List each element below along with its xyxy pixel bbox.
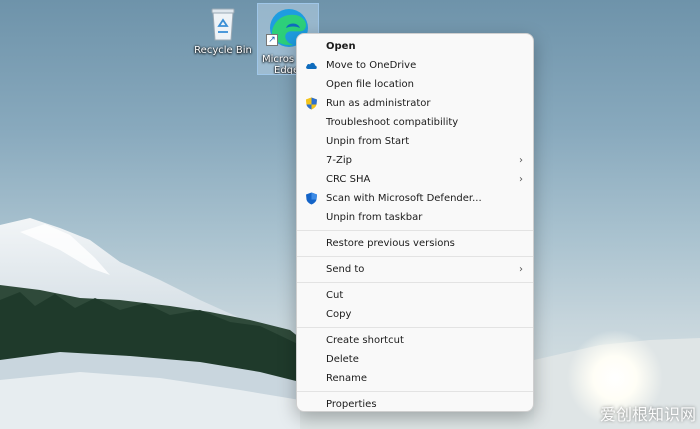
recycle-bin-label: Recycle Bin <box>194 45 252 56</box>
menu-item-restore-previous-versions[interactable]: Restore previous versions <box>297 234 533 253</box>
onedrive-cloud-icon <box>306 62 317 69</box>
menu-item-label: Create shortcut <box>326 335 404 346</box>
menu-item-label: Properties <box>326 399 377 410</box>
chevron-right-icon: › <box>519 264 523 275</box>
menu-separator <box>297 282 533 283</box>
menu-item-unpin-from-start[interactable]: Unpin from Start <box>297 132 533 151</box>
menu-item-label: Copy <box>326 309 352 320</box>
menu-item-label: Troubleshoot compatibility <box>326 117 459 128</box>
menu-item-label: Delete <box>326 354 359 365</box>
menu-item-run-as-administrator[interactable]: Run as administrator <box>297 94 533 113</box>
menu-item-label: Run as administrator <box>326 98 431 109</box>
menu-item-send-to[interactable]: Send to › <box>297 260 533 279</box>
menu-item-label: Send to <box>326 264 365 275</box>
menu-item-move-to-onedrive[interactable]: Move to OneDrive <box>297 56 533 75</box>
context-menu: Open Move to OneDrive Open file location… <box>296 33 534 412</box>
menu-item-label: Open <box>326 41 356 52</box>
menu-item-troubleshoot-compatibility[interactable]: Troubleshoot compatibility <box>297 113 533 132</box>
recycle-bin-icon <box>211 8 235 41</box>
menu-item-scan-with-defender[interactable]: Scan with Microsoft Defender... <box>297 189 533 208</box>
edge-label-line1: Micros <box>262 54 295 65</box>
chevron-right-icon: › <box>519 155 523 166</box>
uac-shield-icon <box>306 97 317 110</box>
menu-item-properties[interactable]: Properties <box>297 395 533 414</box>
menu-separator <box>297 391 533 392</box>
menu-item-label: Unpin from taskbar <box>326 212 423 223</box>
menu-item-delete[interactable]: Delete <box>297 350 533 369</box>
menu-separator <box>297 256 533 257</box>
menu-item-open[interactable]: Open <box>297 37 533 56</box>
menu-item-label: Move to OneDrive <box>326 60 417 71</box>
menu-item-label: Scan with Microsoft Defender... <box>326 193 482 204</box>
menu-item-label: Cut <box>326 290 344 301</box>
defender-shield-icon <box>306 192 317 205</box>
menu-item-label: CRC SHA <box>326 174 371 185</box>
chevron-right-icon: › <box>519 174 523 185</box>
menu-item-open-file-location[interactable]: Open file location <box>297 75 533 94</box>
menu-item-label: Unpin from Start <box>326 136 410 147</box>
menu-item-create-shortcut[interactable]: Create shortcut <box>297 331 533 350</box>
menu-item-crc-sha[interactable]: CRC SHA › <box>297 170 533 189</box>
shortcut-arrow-icon: ↗ <box>266 34 278 46</box>
menu-item-copy[interactable]: Copy <box>297 305 533 324</box>
menu-item-label: Restore previous versions <box>326 238 455 249</box>
menu-separator <box>297 230 533 231</box>
recycle-bin-desktop-icon[interactable]: Recycle Bin <box>193 6 253 56</box>
menu-item-7zip[interactable]: 7-Zip › <box>297 151 533 170</box>
menu-item-unpin-from-taskbar[interactable]: Unpin from taskbar <box>297 208 533 227</box>
menu-item-rename[interactable]: Rename <box>297 369 533 388</box>
menu-item-label: 7-Zip <box>326 155 352 166</box>
site-watermark: 爱创根知识网 <box>599 405 696 424</box>
menu-item-cut[interactable]: Cut <box>297 286 533 305</box>
menu-item-label: Open file location <box>326 79 414 90</box>
menu-item-label: Rename <box>326 373 368 384</box>
edge-label: Micros Edge <box>262 54 299 74</box>
menu-separator <box>297 327 533 328</box>
